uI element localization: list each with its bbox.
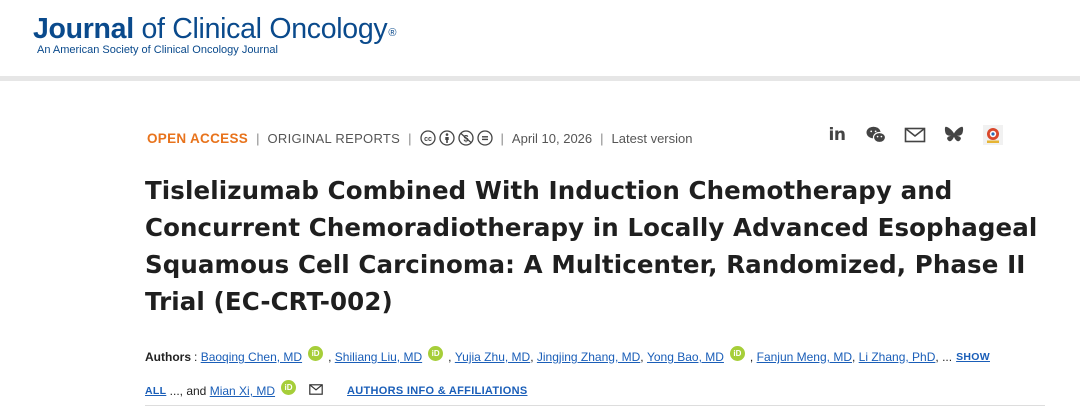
logo-subtitle: An American Society of Clinical Oncology… [37,44,278,56]
authors-colon: : [194,350,198,364]
article-category[interactable]: ORIGINAL REPORTS [267,131,400,146]
and-text: ..., and [169,384,207,398]
orcid-icon[interactable]: iD [281,379,297,395]
publication-date: April 10, 2026 [511,130,593,146]
author-separator: , [328,350,332,364]
cc-icon: cc [419,130,436,146]
author-link[interactable]: Jingjing Zhang, MD [537,350,640,364]
author-line-2: ALL ..., and Mian Xi, MD iD AUTHORS INFO… [145,378,1065,404]
header-divider [0,76,1080,81]
author-separator: , [530,350,534,364]
author-link[interactable]: Yujia Zhu, MD [455,350,530,364]
meta-separator: | [408,130,412,146]
author-line-1: Authors: Baoqing Chen, MD iD, Shiliang L… [145,344,1065,370]
journal-logo[interactable]: Journal of Clinical Oncology® An America… [33,13,396,56]
mendeley-icon [983,125,1003,145]
by-icon [438,130,455,146]
orcid-icon[interactable]: iD [428,345,444,361]
email-author-icon[interactable] [309,383,323,395]
bluesky-share-button[interactable] [943,124,965,146]
logo-title: Journal of Clinical Oncology® [33,13,396,45]
email-icon [904,127,926,143]
wechat-icon [866,126,887,144]
author-link[interactable]: Fanjun Meng, MD [757,350,852,364]
author-separator: , [640,350,644,364]
version-label[interactable]: Latest version [612,131,693,146]
site-header: Journal of Clinical Oncology® An America… [0,0,1080,78]
orcid-icon[interactable]: iD [729,345,745,361]
share-toolbar: in [826,124,1004,146]
nc-icon: $ [457,130,474,146]
author-ellipsis: ... [942,350,953,364]
show-all-authors-button-cont[interactable]: ALL [145,385,166,397]
nd-icon [476,130,493,146]
license-icons[interactable]: cc $ [419,130,493,146]
article-title: Tislelizumab Combined With Induction Che… [145,176,1038,316]
svg-text:cc: cc [424,136,432,143]
meta-separator: | [600,130,604,146]
show-all-authors-button[interactable]: SHOW [956,351,990,363]
meta-separator: | [256,130,260,146]
bluesky-icon [944,126,964,142]
mendeley-share-button[interactable] [982,124,1004,146]
open-access-badge: OPEN ACCESS [147,130,249,146]
author-link[interactable]: Baoqing Chen, MD [201,350,302,364]
authors-label: Authors [145,350,191,364]
content-divider [145,405,1045,406]
logo-title-bold: Journal [33,13,134,45]
article-meta: OPEN ACCESS | ORIGINAL REPORTS | cc $ | … [147,128,692,148]
linkedin-share-button[interactable]: in [826,124,848,146]
email-share-button[interactable] [904,124,926,146]
wechat-share-button[interactable] [865,124,887,146]
orcid-icon[interactable]: iD [308,345,324,361]
logo-title-rest: of Clinical Oncology [133,13,388,45]
author-list: Authors: Baoqing Chen, MD iD, Shiliang L… [145,344,1065,412]
author-separator: , [749,350,754,364]
author-link[interactable]: Yong Bao, MD [647,350,724,364]
author-separator: , [935,350,939,364]
author-separator: , [851,350,856,364]
registered-mark: ® [388,27,397,39]
author-link[interactable]: Li Zhang, PhD [859,350,936,364]
author-link[interactable]: Shiliang Liu, MD [335,350,422,364]
meta-separator: | [500,130,504,146]
linkedin-icon: in [828,125,846,145]
author-separator: , [448,350,452,364]
author-link[interactable]: Mian Xi, MD [210,384,275,398]
authors-affiliations-link[interactable]: AUTHORS INFO & AFFILIATIONS [347,385,527,397]
